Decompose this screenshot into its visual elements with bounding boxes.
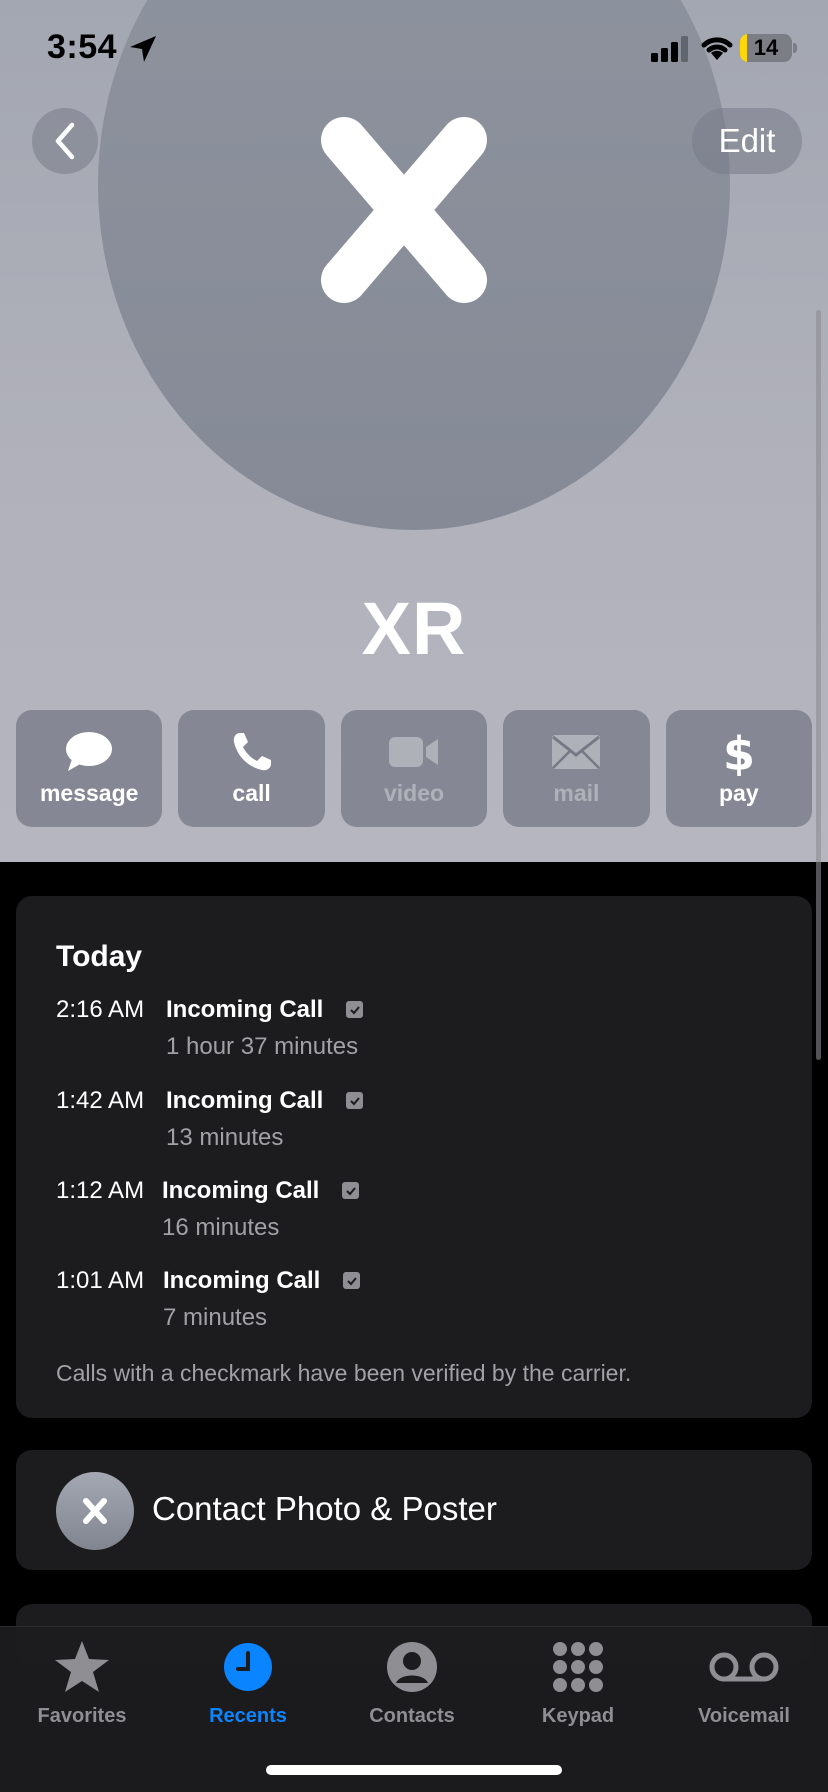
- scroll-indicator[interactable]: [816, 310, 821, 1060]
- call-history-card: Today 2:16 AM Incoming Call 1 hour 37 mi…: [16, 896, 812, 1418]
- video-label: video: [383, 780, 445, 806]
- call-row: 1:42 AM Incoming Call 13 minutes: [56, 1087, 776, 1167]
- verification-footnote: Calls with a checkmark have been verifie…: [56, 1360, 632, 1386]
- location-arrow-icon: [130, 36, 156, 62]
- call-time: 1:12 AM: [56, 1177, 145, 1204]
- pay-label: pay: [719, 780, 759, 806]
- battery-tip: [793, 43, 797, 53]
- tab-keypad[interactable]: Keypad: [498, 1637, 658, 1728]
- call-button[interactable]: call: [178, 710, 325, 827]
- voicemail-icon: [709, 1652, 779, 1682]
- call-history-title: Today: [56, 940, 143, 973]
- video-camera-icon: [389, 737, 439, 767]
- mail-button[interactable]: mail: [503, 710, 650, 827]
- call-label: call: [232, 780, 271, 806]
- edit-button[interactable]: Edit: [692, 108, 802, 174]
- action-buttons: message call video mail $ pay: [16, 710, 813, 827]
- status-bar: 3:54 14: [0, 0, 828, 100]
- person-circle-icon: [387, 1642, 437, 1692]
- mail-label: mail: [553, 780, 600, 806]
- call-duration: 13 minutes: [166, 1124, 284, 1151]
- tab-label: Contacts: [369, 1705, 455, 1727]
- battery-icon: 14: [740, 34, 792, 62]
- verified-checkmark-icon: [342, 1182, 359, 1199]
- verified-checkmark-icon: [343, 1272, 360, 1289]
- contact-photo-poster-label: Contact Photo & Poster: [152, 1490, 497, 1527]
- verified-checkmark-icon: [346, 1092, 363, 1109]
- status-time: 3:54: [47, 28, 118, 66]
- call-type: Incoming Call: [166, 996, 324, 1023]
- chevron-left-icon: [55, 122, 75, 160]
- back-button[interactable]: [32, 108, 98, 174]
- star-icon: [55, 1641, 109, 1692]
- cellular-signal-icon: [651, 36, 688, 62]
- phone-icon: [233, 733, 271, 771]
- verified-checkmark-icon: [346, 1001, 363, 1018]
- tab-voicemail[interactable]: Voicemail: [664, 1637, 824, 1728]
- keypad-grid-icon: [553, 1642, 603, 1692]
- call-duration: 1 hour 37 minutes: [166, 1033, 359, 1060]
- call-type: Incoming Call: [163, 1267, 321, 1294]
- home-indicator[interactable]: [266, 1765, 562, 1775]
- call-type: Incoming Call: [162, 1177, 320, 1204]
- avatar-initial-x: [83, 1498, 107, 1524]
- message-label: message: [39, 780, 139, 806]
- pay-button[interactable]: $ pay: [665, 710, 813, 827]
- call-duration: 16 minutes: [162, 1214, 280, 1241]
- tab-label: Recents: [209, 1705, 287, 1727]
- tab-favorites[interactable]: Favorites: [2, 1637, 162, 1728]
- call-time: 1:42 AM: [56, 1087, 145, 1114]
- call-type: Incoming Call: [166, 1087, 324, 1114]
- call-time: 2:16 AM: [56, 996, 145, 1023]
- envelope-icon: [552, 735, 601, 769]
- call-duration: 7 minutes: [163, 1304, 268, 1331]
- tab-label: Keypad: [541, 1705, 615, 1727]
- tab-label: Favorites: [37, 1705, 127, 1727]
- contact-photo-avatar: [56, 1472, 134, 1550]
- call-row: 1:01 AM Incoming Call 7 minutes: [56, 1267, 776, 1347]
- call-row: 1:12 AM Incoming Call 16 minutes: [56, 1177, 776, 1257]
- wifi-icon: [701, 37, 733, 60]
- call-row: 2:16 AM Incoming Call 1 hour 37 minutes: [56, 996, 776, 1076]
- dollar-sign-icon: $: [723, 728, 755, 776]
- tab-recents[interactable]: Recents: [168, 1637, 328, 1728]
- clock-icon: [224, 1643, 272, 1691]
- contact-name: XR: [361, 587, 467, 670]
- call-time: 1:01 AM: [56, 1267, 145, 1294]
- video-button[interactable]: video: [340, 710, 488, 827]
- avatar-initial-x: [321, 117, 487, 303]
- contact-photo-poster-row[interactable]: Contact Photo & Poster: [16, 1450, 812, 1570]
- tab-contacts[interactable]: Contacts: [332, 1637, 492, 1728]
- tab-label: Voicemail: [698, 1705, 790, 1727]
- battery-percentage: 14: [753, 35, 779, 60]
- message-bubble-icon: [66, 732, 113, 771]
- svg-text:$: $: [723, 728, 755, 776]
- message-button[interactable]: message: [16, 710, 163, 827]
